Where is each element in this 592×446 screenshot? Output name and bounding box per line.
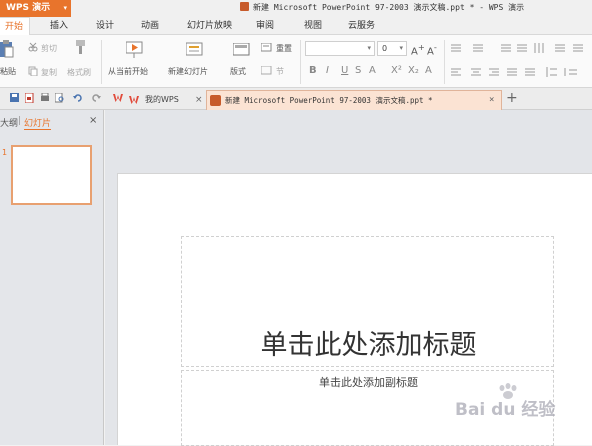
close-icon[interactable]: × — [89, 115, 97, 126]
font-color-icon[interactable]: A — [369, 65, 376, 76]
section-button[interactable]: 节 — [276, 66, 284, 77]
title-placeholder-text: 单击此处添加标题 — [260, 330, 477, 361]
print-icon[interactable] — [40, 93, 50, 103]
window-title-text: 新建 Microsoft PowerPoint 97-2003 演示文稿.ppt… — [253, 3, 525, 12]
superscript-icon[interactable]: X² — [391, 65, 402, 76]
grow-font-icon[interactable]: A+ — [411, 42, 425, 57]
close-icon[interactable]: × — [195, 91, 203, 109]
baidu-watermark: Bai du 经验 — [455, 383, 575, 423]
new-slide-button[interactable]: 新建幻灯片 — [168, 66, 208, 77]
section-icon[interactable] — [261, 66, 273, 76]
print-preview-icon[interactable] — [55, 93, 65, 103]
scissors-icon[interactable] — [28, 42, 38, 52]
shadow-icon[interactable]: S — [355, 65, 361, 76]
new-slide-icon[interactable] — [186, 41, 206, 59]
panel-tabs: 大纲 | 幻灯片 × — [0, 115, 104, 130]
tab-review[interactable]: 审阅 — [256, 17, 274, 35]
italic-icon[interactable]: I — [326, 65, 329, 76]
watermark-text: Bai du 经验 — [455, 400, 556, 420]
tab-home[interactable]: 开始 — [0, 17, 31, 36]
tab-document[interactable]: 新建 Microsoft PowerPoint 97-2003 演示文稿.ppt… — [206, 90, 502, 110]
copy-button[interactable]: 复制 — [41, 67, 57, 78]
clear-format-icon[interactable]: A — [425, 65, 432, 76]
tab-design[interactable]: 设计 — [96, 17, 114, 35]
tab-animation[interactable]: 动画 — [141, 17, 159, 35]
tab-cloud[interactable]: 云服务 — [348, 17, 375, 35]
cut-button[interactable]: 剪切 — [41, 43, 57, 54]
tab-insert[interactable]: 插入 — [50, 17, 68, 35]
slide-number: 1 — [2, 148, 8, 157]
wps-logo-icon — [129, 96, 139, 104]
undo-icon[interactable] — [73, 93, 83, 103]
title-placeholder[interactable]: 单击此处添加标题 — [181, 236, 554, 367]
paste-icon[interactable] — [0, 39, 14, 59]
divider — [300, 40, 301, 84]
divider — [444, 40, 445, 84]
reset-button[interactable]: 重置 — [276, 43, 292, 54]
presentation-file-icon — [240, 2, 249, 11]
export-pdf-icon[interactable] — [25, 93, 35, 103]
from-current-button[interactable]: 从当前开始 — [108, 66, 148, 77]
shrink-font-icon[interactable]: A- — [427, 42, 437, 57]
app-menu-button[interactable]: WPS 演示 ▾ — [0, 0, 71, 17]
tab-my-wps[interactable]: 我的WPS × — [107, 91, 207, 109]
title-bar: WPS 演示 ▾ 新建 Microsoft PowerPoint 97-2003… — [0, 0, 592, 17]
font-size-select[interactable]: 0 ▾ — [377, 41, 407, 56]
paste-button[interactable]: 粘贴 — [0, 66, 16, 77]
layout-icon[interactable] — [233, 43, 251, 57]
reset-icon[interactable] — [261, 43, 273, 53]
slideshow-play-icon[interactable] — [126, 41, 144, 59]
window-title: 新建 Microsoft PowerPoint 97-2003 演示文稿.ppt… — [240, 2, 524, 13]
slide-thumbnail[interactable] — [11, 145, 92, 205]
subscript-icon[interactable]: X₂ — [408, 65, 419, 76]
presentation-file-icon — [210, 95, 221, 106]
redo-icon[interactable] — [91, 93, 101, 103]
divider: | — [18, 116, 22, 126]
tab-document-label: 新建 Microsoft PowerPoint 97-2003 演示文稿.ppt… — [225, 96, 433, 105]
format-painter-icon[interactable] — [72, 39, 88, 55]
new-tab-button[interactable]: + — [506, 90, 518, 106]
format-painter-button[interactable]: 格式刷 — [67, 67, 91, 78]
slides-panel: 大纲 | 幻灯片 × 1 — [0, 110, 104, 445]
paragraph-tools-top[interactable] — [451, 43, 591, 55]
chevron-down-icon: ▾ — [367, 44, 371, 52]
tab-outline[interactable]: 大纲 — [0, 116, 18, 129]
quick-access-bar: 我的WPS × 新建 Microsoft PowerPoint 97-2003 … — [0, 88, 592, 110]
tab-slides[interactable]: 幻灯片 — [24, 116, 52, 130]
layout-button[interactable]: 版式 — [230, 66, 246, 77]
font-name-select[interactable]: ▾ — [305, 41, 375, 56]
ribbon: 粘贴 剪切 复制 格式刷 从当前开始 新建幻灯片 版式 重置 节 ▾ 0 ▾ A+… — [0, 35, 592, 88]
tab-my-wps-label: 我的WPS — [145, 95, 179, 104]
tab-slideshow[interactable]: 幻灯片放映 — [187, 17, 232, 35]
menu-bar: 开始 插入 设计 动画 幻灯片放映 审阅 视图 云服务 — [0, 17, 592, 36]
save-icon[interactable] — [10, 93, 20, 103]
tab-view[interactable]: 视图 — [304, 17, 322, 35]
paragraph-align-tools[interactable] — [451, 67, 591, 79]
copy-icon[interactable] — [28, 66, 38, 76]
bold-icon[interactable]: B — [309, 65, 317, 76]
underline-icon[interactable]: U — [341, 65, 348, 76]
chevron-down-icon: ▾ — [63, 4, 67, 12]
chevron-down-icon: ▾ — [399, 44, 403, 52]
divider — [101, 40, 102, 84]
close-icon[interactable]: × — [489, 91, 494, 110]
app-name: WPS 演示 — [6, 3, 51, 13]
